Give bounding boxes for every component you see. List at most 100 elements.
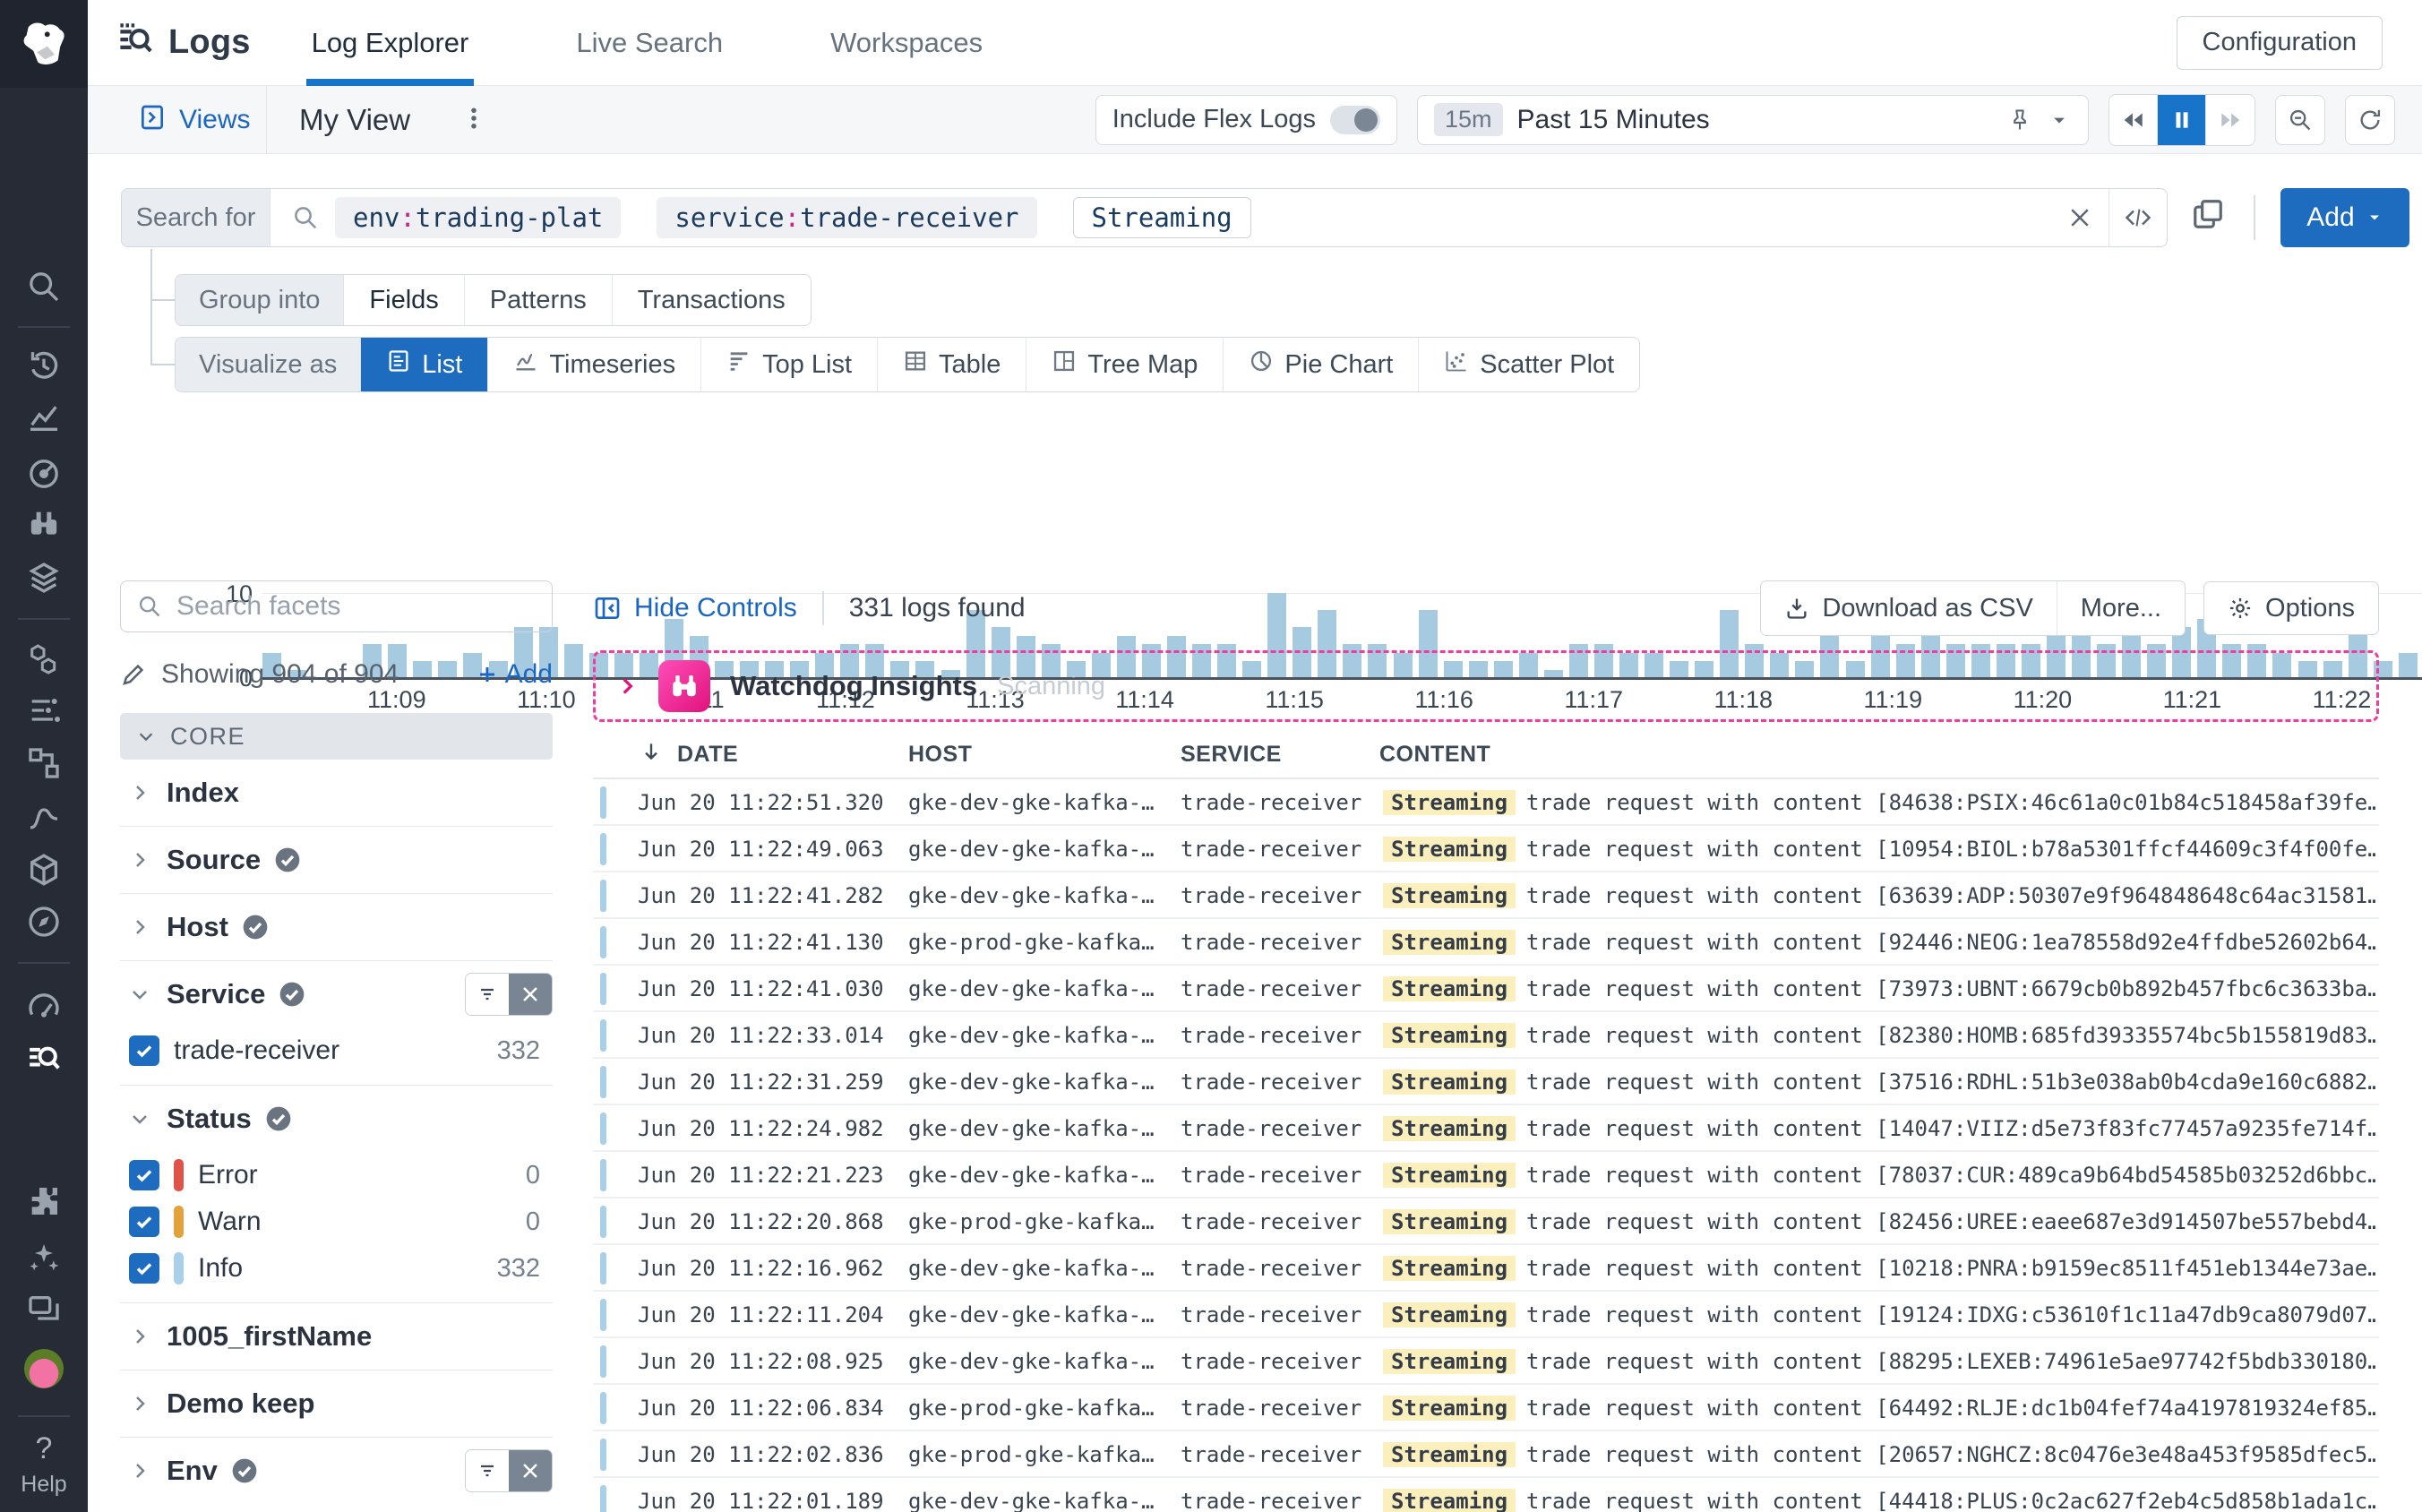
column-header-date[interactable]: DATE bbox=[677, 742, 738, 768]
group-option-fields[interactable]: Fields bbox=[344, 275, 464, 325]
viz-option-pie-chart[interactable]: Pie Chart bbox=[1224, 338, 1419, 391]
rail-compass-icon[interactable] bbox=[26, 904, 62, 940]
rail-cube-icon[interactable] bbox=[26, 852, 62, 888]
facet-filter-button[interactable] bbox=[466, 974, 509, 1015]
facet-clear-button[interactable] bbox=[509, 1450, 552, 1491]
more-button[interactable]: More... bbox=[2057, 581, 2185, 635]
refresh-button[interactable] bbox=[2345, 95, 2395, 145]
facet-checkbox[interactable] bbox=[129, 1253, 159, 1284]
datadog-logo[interactable] bbox=[0, 0, 88, 88]
viz-option-list[interactable]: List bbox=[361, 338, 488, 391]
log-table-row[interactable]: Jun 20 11:22:06.834gke-prod-gke-kafka…tr… bbox=[593, 1385, 2379, 1431]
log-table-row[interactable]: Jun 20 11:22:41.130gke-prod-gke-kafka…tr… bbox=[593, 919, 2379, 966]
viz-option-timeseries[interactable]: Timeseries bbox=[488, 338, 701, 391]
facet-checkbox[interactable] bbox=[129, 1207, 159, 1237]
log-table-row[interactable]: Jun 20 11:22:11.204gke-dev-gke-kafka-…tr… bbox=[593, 1292, 2379, 1338]
facet-status[interactable]: Status bbox=[120, 1086, 553, 1152]
rewind-button[interactable] bbox=[2109, 95, 2158, 145]
log-table-row[interactable]: Jun 20 11:22:49.063gke-dev-gke-kafka-…tr… bbox=[593, 826, 2379, 872]
column-header-host[interactable]: HOST bbox=[908, 742, 972, 768]
log-table-row[interactable]: Jun 20 11:22:02.836gke-prod-gke-kafka…tr… bbox=[593, 1431, 2379, 1478]
search-bar[interactable]: Search for env:trading-platservice:trade… bbox=[121, 188, 2168, 247]
rail-metrics-icon[interactable] bbox=[26, 692, 62, 728]
log-table-row[interactable]: Jun 20 11:22:20.868gke-prod-gke-kafka…tr… bbox=[593, 1198, 2379, 1245]
facet-value-trade-receiver[interactable]: trade-receiver332 bbox=[120, 1027, 553, 1074]
rail-screens-icon[interactable] bbox=[26, 1292, 62, 1327]
log-table-row[interactable]: Jun 20 11:22:21.223gke-dev-gke-kafka-…tr… bbox=[593, 1152, 2379, 1198]
configuration-button[interactable]: Configuration bbox=[2177, 16, 2383, 70]
facet-source[interactable]: Source bbox=[120, 827, 553, 893]
rail-search-icon[interactable] bbox=[26, 269, 62, 305]
user-avatar[interactable] bbox=[24, 1349, 64, 1388]
facet-demo-keep[interactable]: Demo keep bbox=[120, 1370, 553, 1437]
facet-value-warn[interactable]: Warn0 bbox=[120, 1198, 553, 1245]
watchdog-insights-banner[interactable]: Watchdog Insights Scanning bbox=[593, 650, 2379, 722]
rail-clock-history-icon[interactable] bbox=[26, 348, 62, 384]
rail-layers-icon[interactable] bbox=[26, 560, 62, 596]
column-header-content[interactable]: CONTENT bbox=[1379, 742, 1490, 768]
column-header-service[interactable]: SERVICE bbox=[1181, 742, 1282, 768]
rail-radar-icon[interactable] bbox=[26, 456, 62, 492]
download-csv-button[interactable]: Download as CSV bbox=[1761, 581, 2056, 635]
zoom-out-button[interactable] bbox=[2275, 95, 2325, 145]
product-home[interactable]: Logs bbox=[116, 21, 251, 64]
rail-hexagons-icon[interactable] bbox=[26, 641, 62, 677]
rail-speedometer-icon[interactable] bbox=[26, 986, 62, 1022]
facet-value-error[interactable]: Error0 bbox=[120, 1152, 553, 1198]
time-range-picker[interactable]: 15m Past 15 Minutes bbox=[1417, 95, 2089, 145]
log-table-row[interactable]: Jun 20 11:22:33.014gke-dev-gke-kafka-…tr… bbox=[593, 1012, 2379, 1059]
log-table-row[interactable]: Jun 20 11:22:41.282gke-dev-gke-kafka-…tr… bbox=[593, 872, 2379, 919]
rail-logs-icon[interactable] bbox=[26, 1040, 62, 1076]
facet-group-core[interactable]: CORE bbox=[120, 713, 553, 760]
rail-binoculars-icon[interactable] bbox=[26, 506, 62, 542]
help-menu[interactable]: ?Help bbox=[0, 1431, 88, 1498]
facet-checkbox[interactable] bbox=[129, 1160, 159, 1190]
flex-logs-toggle[interactable] bbox=[1330, 106, 1380, 134]
tab-workspaces[interactable]: Workspaces bbox=[825, 0, 988, 86]
search-filter-pill[interactable]: service:trade-receiver bbox=[657, 197, 1036, 238]
facet-1005_firstname[interactable]: 1005_firstName bbox=[120, 1303, 553, 1370]
log-table-row[interactable]: Jun 20 11:22:31.259gke-dev-gke-kafka-…tr… bbox=[593, 1059, 2379, 1105]
tab-log-explorer[interactable]: Log Explorer bbox=[306, 0, 475, 86]
rail-puzzle-icon[interactable] bbox=[26, 1183, 62, 1219]
view-menu-kebab-icon[interactable] bbox=[460, 105, 491, 135]
tab-live-search[interactable]: Live Search bbox=[571, 0, 728, 86]
options-button[interactable]: Options bbox=[2203, 581, 2379, 635]
copy-icon[interactable] bbox=[2191, 197, 2234, 240]
search-facets-input[interactable]: Search facets bbox=[120, 580, 553, 632]
viz-option-tree-map[interactable]: Tree Map bbox=[1026, 338, 1224, 391]
group-option-patterns[interactable]: Patterns bbox=[465, 275, 613, 325]
facet-clear-button[interactable] bbox=[509, 974, 552, 1015]
pause-button[interactable] bbox=[2158, 95, 2206, 145]
log-table-row[interactable]: Jun 20 11:22:41.030gke-dev-gke-kafka-…tr… bbox=[593, 966, 2379, 1012]
add-query-button[interactable]: Add bbox=[2280, 188, 2409, 247]
facet-service[interactable]: Service bbox=[120, 961, 553, 1027]
facet-filter-button[interactable] bbox=[466, 1450, 509, 1491]
search-filter-pill[interactable]: env:trading-plat bbox=[335, 197, 621, 238]
rail-workflow-icon[interactable] bbox=[26, 745, 62, 781]
views-button[interactable]: Views bbox=[88, 86, 267, 153]
pin-icon[interactable] bbox=[2007, 107, 2032, 133]
facet-checkbox[interactable] bbox=[129, 1035, 159, 1066]
add-facet-button[interactable]: Add bbox=[477, 659, 553, 690]
chevron-right-icon[interactable] bbox=[615, 674, 639, 698]
fast-forward-button[interactable] bbox=[2206, 95, 2255, 145]
log-table-row[interactable]: Jun 20 11:22:16.962gke-dev-gke-kafka-…tr… bbox=[593, 1245, 2379, 1292]
facet-host[interactable]: Host bbox=[120, 894, 553, 960]
facet-index[interactable]: Index bbox=[120, 760, 553, 826]
viz-option-table[interactable]: Table bbox=[878, 338, 1026, 391]
rail-sparkles-icon[interactable] bbox=[26, 1240, 62, 1276]
chevron-down-icon[interactable] bbox=[2047, 107, 2072, 133]
rail-area-chart-icon[interactable] bbox=[26, 399, 62, 435]
facet-env[interactable]: Env bbox=[120, 1438, 553, 1504]
sort-descending-icon[interactable] bbox=[640, 740, 663, 763]
viz-option-scatter-plot[interactable]: Scatter Plot bbox=[1419, 338, 1639, 391]
clear-search-icon[interactable] bbox=[2051, 189, 2109, 246]
code-view-icon[interactable] bbox=[2109, 189, 2167, 246]
log-table-row[interactable]: Jun 20 11:22:51.320gke-dev-gke-kafka-…tr… bbox=[593, 779, 2379, 826]
log-table-row[interactable]: Jun 20 11:22:24.982gke-dev-gke-kafka-…tr… bbox=[593, 1105, 2379, 1152]
viz-option-top-list[interactable]: Top List bbox=[701, 338, 878, 391]
group-option-transactions[interactable]: Transactions bbox=[613, 275, 811, 325]
search-term-pill[interactable]: Streaming bbox=[1073, 197, 1251, 238]
log-table-row[interactable]: Jun 20 11:22:01.189gke-dev-gke-kafka-…tr… bbox=[593, 1478, 2379, 1512]
